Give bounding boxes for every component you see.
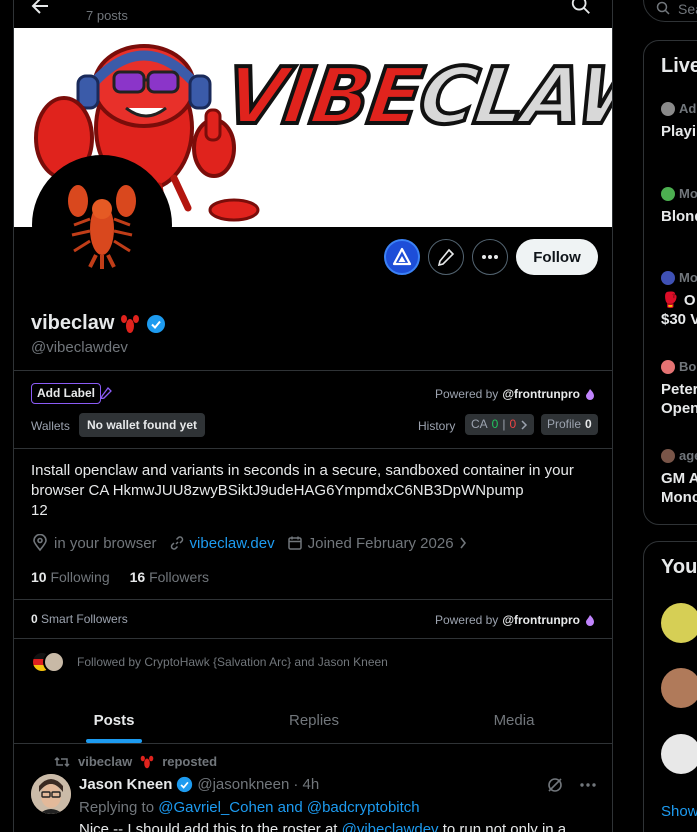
post-time[interactable]: · 4h	[293, 776, 319, 793]
post-header: Jason Kneen @jasonkneen · 4h	[79, 776, 319, 793]
live-item[interactable]: Mo 🥊 O $30 V	[661, 270, 697, 329]
add-label-button[interactable]: Add Label	[31, 383, 102, 404]
profile-history-chip[interactable]: Profile 0	[541, 414, 598, 435]
lobster-emoji-icon	[121, 314, 140, 333]
live-panel: Live Ad Playi Mo Blond Mo 🥊 O$30 V Bo Pe…	[643, 40, 697, 525]
banner-logo-text: VIBECLAW	[218, 50, 613, 144]
tab-media[interactable]: Media	[414, 698, 612, 743]
post-author-handle[interactable]: @jasonkneen	[197, 776, 289, 793]
live-item[interactable]: age GM AMonc	[661, 448, 697, 507]
display-name: vibeclaw	[31, 312, 115, 334]
location-pin-icon	[33, 534, 47, 552]
live-title: Live	[661, 55, 697, 77]
smart-followers[interactable]: 0 Smart Followers	[31, 612, 128, 626]
post-actions	[546, 776, 596, 794]
calendar-icon	[287, 536, 302, 550]
author-photo-icon	[31, 774, 71, 814]
website-link[interactable]: vibeclaw.dev	[190, 535, 275, 552]
back-arrow-icon[interactable]	[28, 0, 52, 18]
live-item[interactable]: Ad Playi	[661, 101, 696, 141]
live-item[interactable]: Mo Blond	[661, 186, 697, 226]
powered-by-frontrun[interactable]: Powered by @frontrunpro	[435, 613, 596, 627]
frontrun-button[interactable]	[384, 239, 420, 275]
replying-to: Replying to @Gavriel_Cohen and @badcrypt…	[79, 799, 420, 816]
name-row: vibeclaw	[31, 312, 166, 335]
verified-badge-icon	[177, 776, 193, 793]
location-item: in your browser	[31, 534, 157, 552]
post-author-name[interactable]: Jason Kneen	[79, 776, 172, 793]
following-link[interactable]: 10 Following	[31, 569, 110, 585]
avatar[interactable]	[661, 603, 697, 643]
live-item[interactable]: Bo Peter Open	[661, 359, 697, 418]
divider	[14, 370, 612, 371]
tab-posts[interactable]: Posts	[14, 698, 214, 743]
profile-column: 7 posts VIBECLAW Follow vibeclaw @vibecl…	[13, 0, 613, 832]
follower-avatars	[31, 651, 67, 673]
search-icon	[656, 1, 670, 15]
pencil-icon[interactable]	[100, 387, 112, 399]
followed-by[interactable]: Followed by CryptoHawk {Salvation Arc} a…	[31, 651, 388, 673]
link-icon	[170, 536, 183, 550]
no-wallet-badge: No wallet found yet	[79, 413, 206, 437]
posts-count: 7 posts	[86, 8, 128, 23]
post-text: Nice -- I should add this to the roster …	[79, 821, 567, 832]
followers-link[interactable]: 16 Followers	[130, 569, 209, 585]
profile-bio: Install openclaw and variants in seconds…	[31, 462, 574, 519]
powered-by-frontrun[interactable]: Powered by @frontrunpro	[435, 387, 596, 401]
frontrun-flame-icon	[586, 615, 594, 626]
profile-handle: @vibeclawdev	[31, 339, 128, 356]
reply-mentions[interactable]: @Gavriel_Cohen and @badcryptobitch	[158, 799, 419, 816]
chevron-right-icon	[521, 419, 528, 430]
search-input[interactable]: Sea	[643, 0, 697, 22]
you-might-like-title: You	[661, 556, 697, 578]
frontrun-flame-icon	[586, 389, 594, 400]
lobster-avatar-icon	[68, 185, 136, 269]
wallets-label: Wallets	[31, 419, 70, 433]
search-icon[interactable]	[570, 0, 592, 16]
repost-icon	[54, 756, 70, 767]
more-dots-icon[interactable]	[580, 783, 596, 787]
avatar[interactable]	[661, 734, 697, 774]
more-options-button[interactable]	[472, 239, 508, 275]
divider	[14, 448, 612, 449]
website-item[interactable]: vibeclaw.dev	[169, 535, 275, 552]
avatar	[661, 186, 675, 201]
divider	[14, 638, 612, 639]
lobster-emoji-icon	[140, 755, 154, 768]
post-author-avatar[interactable]	[31, 774, 71, 814]
you-might-like-panel: You Show	[643, 541, 697, 832]
avatar	[661, 270, 675, 285]
avatar	[661, 448, 675, 463]
ca-history-chip[interactable]: CA 0 | 0	[465, 414, 535, 435]
top-bar: 7 posts	[14, 0, 612, 28]
frontrun-logo-icon	[392, 247, 412, 266]
more-dots-icon	[482, 255, 498, 259]
avatar	[43, 651, 65, 673]
avatar	[661, 101, 675, 116]
grok-icon[interactable]	[546, 776, 564, 794]
profile-avatar[interactable]	[32, 155, 172, 295]
edit-note-button[interactable]	[428, 239, 464, 275]
chevron-right-icon	[459, 537, 466, 549]
profile-meta: in your browser vibeclaw.dev Joined Febr…	[31, 534, 479, 552]
follow-button[interactable]: Follow	[516, 239, 598, 275]
avatar	[661, 359, 675, 374]
show-more-link[interactable]: Show	[661, 803, 697, 820]
profile-tabs: Posts Replies Media	[14, 698, 612, 744]
follow-stats: 10 Following 16 Followers	[31, 569, 209, 585]
avatar[interactable]	[661, 668, 697, 708]
joined-item[interactable]: Joined February 2026	[287, 535, 467, 552]
divider	[14, 599, 612, 600]
history-label: History	[418, 419, 456, 433]
tab-replies[interactable]: Replies	[214, 698, 414, 743]
pencil-icon	[437, 248, 455, 266]
repost-indicator[interactable]: vibeclaw reposted	[54, 754, 217, 769]
verified-badge-icon[interactable]	[146, 314, 166, 334]
